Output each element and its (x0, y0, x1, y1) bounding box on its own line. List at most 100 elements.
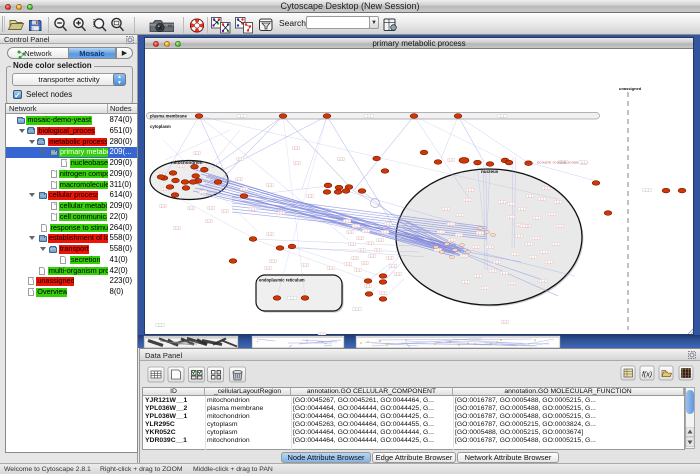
svg-text:[...]: [...] (363, 263, 367, 265)
svg-text:[...]: [...] (308, 196, 312, 198)
svg-text:[...]: [...] (268, 185, 272, 187)
svg-text:[...]: [...] (207, 221, 211, 223)
svg-text:mitochondrion: mitochondrion (171, 160, 203, 165)
svg-text:[...]: [...] (556, 202, 560, 204)
svg-text:[...]: [...] (175, 228, 179, 230)
svg-text:[...]: [...] (368, 243, 372, 245)
svg-text:[...]: [...] (520, 209, 524, 211)
svg-text:[...]: [...] (558, 226, 562, 228)
svg-text:[...]: [...] (242, 189, 246, 191)
svg-text:[...]: [...] (329, 268, 333, 270)
svg-text:[...]: [...] (462, 256, 466, 258)
svg-text:[...]: [...] (179, 166, 183, 168)
svg-text:[...]: [...] (458, 215, 462, 217)
svg-text:[...]: [...] (527, 244, 531, 246)
svg-text:[...]: [...] (279, 213, 283, 215)
svg-text:[...]: [...] (290, 298, 294, 300)
svg-text:[...]: [...] (491, 271, 495, 273)
svg-text:[...]: [...] (439, 232, 443, 234)
svg-text:unassigned: unassigned (619, 86, 642, 91)
svg-text:[...]: [...] (391, 266, 395, 268)
svg-text:[...]: [...] (509, 217, 513, 219)
svg-text:[...]: [...] (528, 196, 532, 198)
svg-text:[...]: [...] (503, 322, 507, 324)
svg-text:[...]: [...] (510, 283, 514, 285)
svg-text:[...]: [...] (513, 254, 517, 256)
svg-text:[...]: [...] (535, 218, 539, 220)
svg-text:[...]: [...] (517, 236, 521, 238)
svg-text:[...]: [...] (209, 208, 213, 210)
svg-text:[...]: [...] (370, 256, 374, 258)
svg-text:[...]: [...] (348, 232, 352, 234)
svg-text:[...]: [...] (251, 209, 255, 211)
svg-text:[...]: [...] (268, 234, 272, 236)
svg-text:[...]: [...] (476, 276, 480, 278)
svg-text:[...]: [...] (364, 231, 368, 233)
svg-text:[...]: [...] (238, 159, 242, 161)
svg-text:[...]: [...] (544, 188, 548, 190)
svg-text:[...]: [...] (502, 273, 506, 275)
svg-text:[...]: [...] (488, 247, 492, 249)
svg-text:[...]: [...] (522, 226, 526, 228)
svg-text:[...]: [...] (534, 238, 538, 240)
svg-text:plasma membrane: plasma membrane (150, 114, 187, 119)
svg-text:[...]: [...] (189, 208, 193, 210)
svg-text:[...]: [...] (450, 240, 454, 242)
svg-text:[...]: [...] (542, 252, 546, 254)
svg-text:[...]: [...] (295, 163, 299, 165)
svg-text:[...]: [...] (383, 232, 387, 234)
svg-text:[...]: [...] (381, 293, 385, 295)
svg-text:[...]: [...] (388, 258, 392, 260)
svg-text:[...]: [...] (271, 261, 275, 263)
svg-text:[...]: [...] (294, 148, 298, 150)
svg-text:[...]: [...] (163, 189, 167, 191)
svg-text:[...]: [...] (358, 238, 362, 240)
svg-text:[...]: [...] (396, 274, 400, 276)
svg-text:[...]: [...] (509, 204, 513, 206)
svg-text:[...]: [...] (483, 288, 487, 290)
svg-text:[...]: [...] (449, 160, 453, 162)
svg-text:[...]: [...] (355, 309, 359, 311)
svg-text:[...]: [...] (339, 159, 343, 161)
svg-text:[...]: [...] (541, 281, 545, 283)
svg-text:[...]: [...] (376, 250, 380, 252)
svg-text:[...]: [...] (465, 200, 469, 202)
svg-text:[...]: [...] (444, 209, 448, 211)
svg-text:[...]: [...] (474, 247, 478, 249)
svg-text:[...]: [...] (540, 199, 544, 201)
svg-text:[...]: [...] (449, 224, 453, 226)
svg-text:[...]: [...] (350, 244, 354, 246)
svg-text:[...]: [...] (547, 262, 551, 264)
svg-text:f(x): f(x) (642, 372, 652, 379)
svg-text:[...]: [...] (495, 262, 499, 264)
svg-text:[...]: [...] (195, 153, 199, 155)
svg-text:[...]: [...] (366, 286, 370, 288)
svg-text:[...]: [...] (457, 235, 461, 237)
svg-text:[...]: [...] (240, 116, 244, 118)
svg-text:[...]: [...] (223, 211, 227, 213)
svg-text:[...]: [...] (478, 233, 482, 235)
svg-text:[GO:0016787, GO:0005488, GO:00: [GO:0016787, GO:0005488, GO:0005] (537, 161, 578, 164)
svg-text:[...]: [...] (346, 264, 350, 266)
svg-text:[...]: [...] (161, 206, 165, 208)
svg-text:[...]: [...] (353, 258, 357, 260)
svg-text:[...]: [...] (378, 240, 382, 242)
svg-text:endoplasmic reticulum: endoplasmic reticulum (259, 278, 305, 283)
svg-text:nucleus: nucleus (481, 169, 499, 174)
svg-text:[...]: [...] (464, 282, 468, 284)
svg-text:[...]: [...] (266, 268, 270, 270)
svg-text:[...]: [...] (201, 192, 205, 194)
svg-text:[...]: [...] (386, 224, 390, 226)
svg-text:[...]: [...] (360, 250, 364, 252)
svg-text:[...]: [...] (345, 221, 349, 223)
svg-text:[...]: [...] (303, 265, 307, 267)
svg-text:[...]: [...] (500, 116, 504, 118)
svg-text:[...]: [...] (367, 116, 371, 118)
svg-text:[...]: [...] (158, 325, 162, 327)
svg-text:[...]: [...] (500, 202, 504, 204)
svg-text:[...]: [...] (354, 226, 358, 228)
svg-text:[...]: [...] (468, 190, 472, 192)
svg-text:[...]: [...] (356, 270, 360, 272)
svg-text:[...]: [...] (645, 190, 649, 192)
svg-text:[...]: [...] (550, 214, 554, 216)
